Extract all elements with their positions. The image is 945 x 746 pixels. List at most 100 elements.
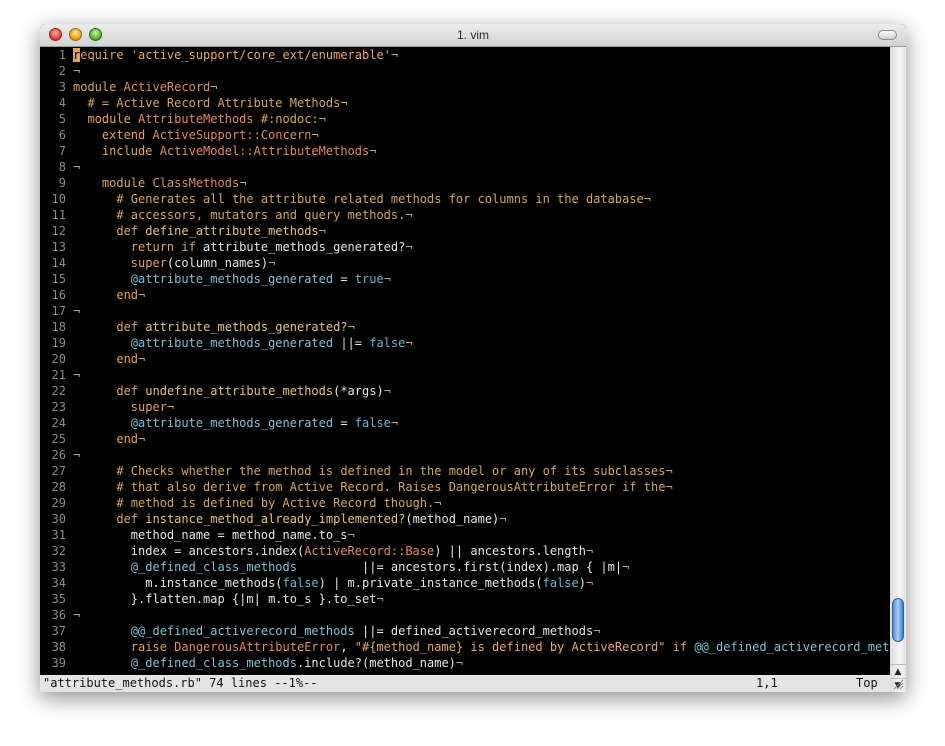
terminal-window: 1. vim 1 require 'active_support/core_ext… — [40, 24, 906, 692]
code-line[interactable]: 29 # method is defined by Active Record … — [40, 495, 442, 511]
code-line[interactable]: 14 super(column_names)¬ — [40, 255, 276, 271]
code-line[interactable]: 35 }.flatten.map {|m| m.to_s }.to_set¬ — [40, 591, 384, 607]
code-line[interactable]: 7 include ActiveModel::AttributeMethods¬ — [40, 143, 377, 159]
code-line[interactable]: 9 module ClassMethods¬ — [40, 175, 247, 191]
scrollbar-thumb[interactable] — [892, 598, 904, 642]
eol-marker: ¬ — [73, 304, 81, 318]
code-line[interactable]: 26 ¬ — [40, 447, 81, 463]
code-line[interactable]: 39 @_defined_class_methods.include?(meth… — [40, 655, 464, 671]
eol-marker: ¬ — [268, 256, 276, 270]
code-token: @attribute_methods_generated — [130, 336, 334, 350]
code-line[interactable]: 34 m.instance_methods(false) | m.private… — [40, 575, 594, 591]
eol-marker: ¬ — [383, 272, 391, 286]
code-token: DangerousAttributeError — [174, 640, 341, 654]
code-line[interactable]: 27 # Checks whether the method is define… — [40, 463, 673, 479]
code-token: ||= ancestors.first(index).map { |m| — [296, 560, 623, 574]
code-line[interactable]: 38 raise DangerousAttributeError, "#{met… — [40, 639, 890, 655]
code-line[interactable]: 33 @_defined_class_methods ||= ancestors… — [40, 559, 630, 575]
code-token: super — [130, 400, 167, 414]
code-token: # = Active Record Attribute Methods — [87, 96, 341, 110]
code-line[interactable]: 31 method_name = method_name.to_s¬ — [40, 527, 355, 543]
vim-status-line: "attribute_methods.rb" 74 lines --1%-- 1… — [40, 675, 890, 692]
code-token: extend — [101, 128, 153, 142]
code-token: ||= defined_activerecord_methods — [354, 624, 594, 638]
eol-marker: ¬ — [138, 288, 146, 302]
code-token: ActiveModel::AttributeMethods — [159, 144, 370, 158]
code-line[interactable]: 2 ¬ — [40, 63, 80, 79]
code-line[interactable]: 5 module AttributeMethods #:nodoc:¬ — [40, 111, 326, 127]
code-line[interactable]: 13 return if attribute_methods_generated… — [40, 239, 413, 255]
code-line[interactable]: 1 require 'active_support/core_ext/enumer… — [40, 47, 398, 63]
code-line[interactable]: 4 # = Active Record Attribute Methods¬ — [40, 95, 348, 111]
eol-marker: ¬ — [318, 224, 326, 238]
code-token: def — [116, 320, 146, 334]
code-line[interactable]: 12 def define_attribute_methods¬ — [40, 223, 326, 239]
code-line[interactable]: 25 end¬ — [40, 431, 146, 447]
line-number: 27 — [51, 464, 66, 478]
line-number: 13 — [51, 240, 66, 254]
eol-marker: ¬ — [73, 160, 81, 174]
eol-marker: ¬ — [390, 416, 399, 430]
code-token: m.instance_methods( — [73, 576, 283, 590]
title-bar[interactable]: 1. vim — [40, 24, 906, 47]
code-line[interactable]: 24 @attribute_methods_generated = false¬ — [40, 415, 399, 431]
resize-grip-icon[interactable] — [892, 678, 904, 690]
code-line[interactable]: 36 ¬ — [40, 607, 81, 623]
code-token: end — [116, 288, 139, 302]
vertical-scrollbar[interactable]: ▲ ▼ — [890, 47, 906, 692]
line-number: 18 — [51, 320, 66, 334]
code-line[interactable]: 23 super¬ — [40, 399, 175, 415]
code-line[interactable]: 30 def instance_method_already_implement… — [40, 511, 507, 527]
code-token: ActiveRecord::Base — [304, 544, 435, 558]
code-token: ClassMethods — [152, 176, 240, 190]
code-line[interactable]: 20 end¬ — [40, 351, 146, 367]
line-number: 39 — [51, 656, 66, 670]
code-line[interactable]: 22 def undefine_attribute_methods(*args)… — [40, 383, 391, 399]
line-number: 1 — [58, 48, 66, 62]
scroll-up-arrow-icon[interactable]: ▲ — [890, 664, 906, 678]
code-line[interactable]: 21 ¬ — [40, 367, 81, 383]
line-number: 23 — [51, 400, 66, 414]
code-line[interactable]: 16 end¬ — [40, 287, 146, 303]
code-line[interactable]: 32 index = ancestors.index(ActiveRecord:… — [40, 543, 594, 559]
code-token: # accessors, mutators and query methods. — [116, 208, 406, 222]
code-token: .include?(method_name) — [296, 656, 456, 670]
code-token: (method_name) — [405, 512, 500, 526]
vim-editor[interactable]: 1 require 'active_support/core_ext/enumer… — [40, 47, 890, 675]
eol-marker: ¬ — [138, 352, 146, 366]
code-line[interactable]: 17 ¬ — [40, 303, 81, 319]
eol-marker: ¬ — [405, 240, 413, 254]
code-line[interactable]: 37 @@_defined_activerecord_methods ||= d… — [40, 623, 601, 639]
code-line[interactable]: 6 extend ActiveSupport::Concern¬ — [40, 127, 319, 143]
line-number: 24 — [51, 416, 66, 430]
code-line[interactable]: 28 # that also derive from Active Record… — [40, 479, 673, 495]
line-number: 31 — [51, 528, 66, 542]
toolbar-toggle-button[interactable] — [878, 30, 897, 40]
eol-marker: ¬ — [643, 192, 651, 206]
code-line[interactable]: 10 # Generates all the attribute related… — [40, 191, 651, 207]
line-number: 2 — [58, 64, 66, 78]
code-line[interactable]: 15 @attribute_methods_generated = true¬ — [40, 271, 391, 287]
code-line[interactable]: 11 # accessors, mutators and query metho… — [40, 207, 413, 223]
line-number: 21 — [51, 368, 66, 382]
code-token: true — [354, 272, 384, 286]
code-line[interactable]: 18 def attribute_methods_generated?¬ — [40, 319, 355, 335]
code-line[interactable]: 19 @attribute_methods_generated ||= fals… — [40, 335, 413, 351]
code-line[interactable]: 8 ¬ — [40, 159, 80, 175]
code-token: ActiveSupport::Concern — [152, 128, 312, 142]
code-line[interactable]: 3 module ActiveRecord¬ — [40, 79, 218, 95]
line-number: 11 — [51, 208, 66, 222]
line-number: 25 — [51, 432, 66, 446]
